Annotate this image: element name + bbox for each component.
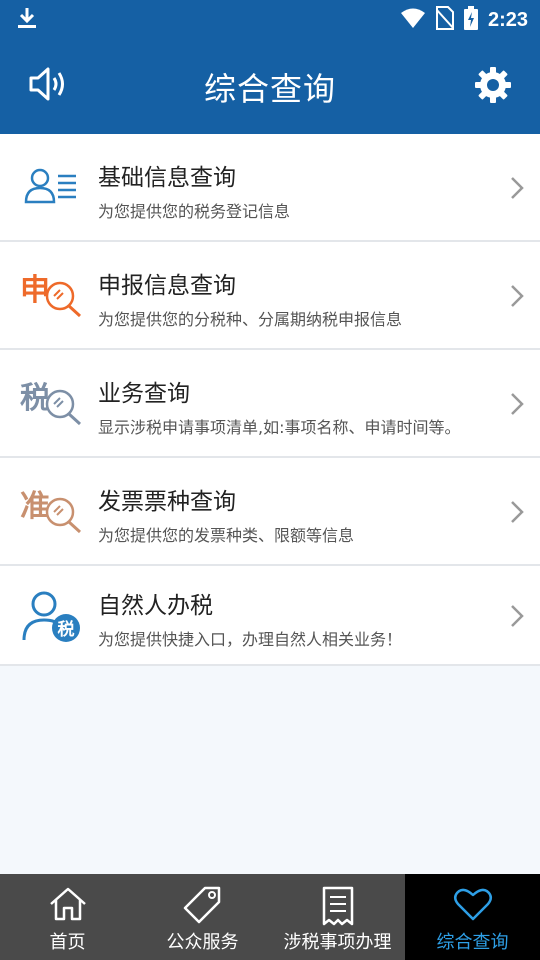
chevron-right-icon bbox=[510, 284, 524, 312]
item-title: 申报信息查询 bbox=[98, 273, 236, 299]
tag-icon bbox=[135, 886, 270, 924]
item-subtitle: 为您提供您的分税种、分属期纳税申报信息 bbox=[98, 310, 403, 329]
list-item-natural-person[interactable]: 税 自然人办税 为您提供快捷入口，办理自然人相关业务！ bbox=[0, 566, 540, 666]
declare-search-icon: 申 bbox=[20, 266, 84, 326]
home-icon bbox=[0, 886, 135, 922]
no-sim-icon bbox=[435, 6, 455, 34]
svg-text:申: 申 bbox=[20, 273, 50, 308]
app-bar: 综合查询 bbox=[0, 36, 540, 134]
item-title: 发票票种查询 bbox=[98, 489, 236, 515]
person-tax-icon: 税 bbox=[20, 588, 84, 648]
gear-icon[interactable] bbox=[474, 66, 512, 108]
list-item-invoice[interactable]: 准 发票票种查询 为您提供您的发票种类、限额等信息 bbox=[0, 458, 540, 566]
tab-label: 公众服务 bbox=[166, 932, 239, 953]
tab-tax-matters[interactable]: 涉税事项办理 bbox=[270, 874, 405, 960]
heart-icon bbox=[405, 886, 540, 922]
item-subtitle: 为您提供快捷入口，办理自然人相关业务！ bbox=[98, 630, 403, 649]
status-bar: 2:23 bbox=[0, 0, 540, 36]
chevron-right-icon bbox=[510, 176, 524, 204]
wifi-icon bbox=[400, 7, 426, 33]
item-subtitle: 为您提供您的发票种类、限额等信息 bbox=[98, 526, 355, 545]
receipt-icon bbox=[270, 886, 405, 926]
tab-label: 综合查询 bbox=[436, 932, 509, 953]
item-title: 业务查询 bbox=[98, 381, 190, 407]
list-item-declare-info[interactable]: 申 申报信息查询 为您提供您的分税种、分属期纳税申报信息 bbox=[0, 242, 540, 350]
tax-search-icon: 税 bbox=[20, 374, 84, 434]
status-time: 2:23 bbox=[487, 8, 528, 31]
tab-public-service[interactable]: 公众服务 bbox=[135, 874, 270, 960]
svg-text:税: 税 bbox=[58, 619, 75, 640]
battery-icon bbox=[463, 6, 478, 34]
item-title: 自然人办税 bbox=[98, 593, 213, 619]
tab-home[interactable]: 首页 bbox=[0, 874, 135, 960]
svg-text:准: 准 bbox=[20, 489, 50, 524]
person-card-icon bbox=[20, 158, 84, 218]
list-item-business[interactable]: 税 业务查询 显示涉税申请事项清单,如:事项名称、申请时间等。 bbox=[0, 350, 540, 458]
item-title: 基础信息查询 bbox=[98, 165, 236, 191]
invoice-search-icon: 准 bbox=[20, 482, 84, 542]
bottom-tab-bar: 首页 公众服务 涉税事项办理 综合查询 bbox=[0, 874, 540, 960]
item-subtitle: 为您提供您的税务登记信息 bbox=[98, 202, 291, 221]
item-subtitle: 显示涉税申请事项清单,如:事项名称、申请时间等。 bbox=[98, 418, 461, 437]
tab-label: 涉税事项办理 bbox=[283, 932, 392, 953]
query-list: 基础信息查询 为您提供您的税务登记信息 申 申报信息查询 为您提供您的分税种、分… bbox=[0, 134, 540, 666]
download-icon bbox=[16, 6, 38, 34]
svg-text:税: 税 bbox=[20, 381, 50, 416]
tab-label: 首页 bbox=[49, 932, 86, 953]
page-title: 综合查询 bbox=[203, 70, 336, 108]
chevron-right-icon bbox=[510, 604, 524, 632]
chevron-right-icon bbox=[510, 392, 524, 420]
list-item-basic-info[interactable]: 基础信息查询 为您提供您的税务登记信息 bbox=[0, 134, 540, 242]
tab-comprehensive-query[interactable]: 综合查询 bbox=[405, 874, 540, 960]
chevron-right-icon bbox=[510, 500, 524, 528]
